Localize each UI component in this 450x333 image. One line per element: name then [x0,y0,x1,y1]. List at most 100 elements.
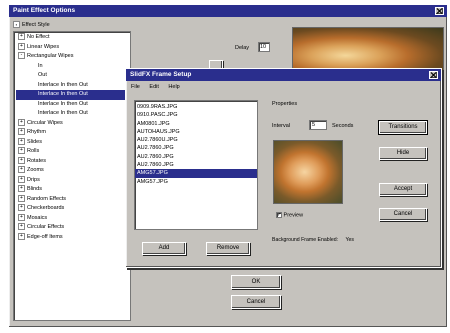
tree-item[interactable]: - Rectangular Wipes [16,52,130,62]
preview-checkbox[interactable]: ✓ Preview [276,212,303,218]
main-window-title: Paint Effect Options [13,7,76,14]
expand-icon[interactable]: + [18,213,25,221]
remove-button[interactable]: Remove [206,242,250,255]
expand-icon[interactable]: + [18,118,25,126]
tree-item-label: Rotates [27,157,46,164]
tree-item-label: Random Effects [27,195,67,202]
dialog-titlebar: SlidFX Frame Setup [126,69,441,81]
tree-item[interactable]: + Random Effects [16,194,130,205]
expand-icon[interactable]: + [18,156,25,164]
dialog-cancel-button[interactable]: Cancel [379,208,427,221]
tree-item-label: Slides [27,138,42,145]
tree-header-label: Effect Style [22,21,50,28]
tree-item[interactable]: + Mosaics [16,213,130,224]
delay-input[interactable]: 10 [258,42,270,52]
accept-button[interactable]: Accept [379,183,427,196]
expand-icon[interactable]: + [18,42,25,50]
tree-item-label: Circular Effects [27,224,65,230]
tree-item[interactable]: + Slides [16,137,130,148]
tree-item-label: Mosaics [27,214,48,221]
status-label: Background Frame Enabled: [272,237,339,243]
tree-item-label: Interlace In then Out [38,81,88,88]
list-item[interactable]: AU2.7860.JPG [135,144,257,152]
tree-item[interactable]: Interlace In then Out [16,90,130,100]
list-item[interactable]: AU2.7860.JPG [135,161,257,169]
tree-item-label: Edge-off Items [27,233,63,240]
expand-icon[interactable]: + [18,33,25,41]
dialog-close-icon[interactable] [429,71,438,79]
tree-item-label: Rolls [27,148,40,154]
effect-tree[interactable]: + No Effect + Linear Wipes - Rectangular Wipe… [13,31,131,321]
tree-item[interactable]: + Blinds [16,185,130,195]
status-value: Yes [345,237,354,243]
dialog-title: SlidFX Frame Setup [130,71,192,78]
check-icon: ✓ [276,212,282,218]
expand-icon[interactable]: + [18,194,25,202]
menu-bar: File Edit Help [131,84,180,90]
list-item[interactable]: 0909.9RAS.JPG [135,103,257,111]
menu-edit[interactable]: Edit [149,84,158,90]
tree-item[interactable]: + Linear Wipes [16,42,130,53]
tree-item[interactable]: + Rhythm [16,128,130,138]
cancel-button[interactable]: Cancel [231,295,281,309]
list-item[interactable]: AMG57.JPG [135,178,257,186]
expand-icon: ▪ [13,21,20,28]
expand-icon[interactable]: + [18,232,25,240]
frame-preview-image [273,140,343,204]
tree-item-label: Interlace In then Out [38,100,88,107]
tree-item[interactable]: Interlace In then Out [16,100,130,110]
tree-item[interactable]: + Drips [16,175,130,186]
properties-label: Properties [272,101,298,107]
collapse-icon[interactable]: - [18,52,25,60]
list-item[interactable]: 0910.PASC.JPG [135,111,257,119]
expand-icon[interactable]: + [18,166,25,174]
expand-icon[interactable]: + [18,204,25,212]
expand-icon[interactable]: + [18,223,25,231]
tree-item-label: Checkerboards [27,205,65,211]
hide-button[interactable]: Hide [379,147,427,160]
list-item[interactable]: AU2.7860.JPG [135,153,257,161]
tree-item-label: No Effect [27,34,50,40]
list-item[interactable]: AMG57.JPG [135,169,257,178]
expand-icon[interactable]: + [18,137,25,145]
delay-label: Delay [235,45,250,51]
tree-item[interactable]: Interlace In then Out [16,81,130,91]
tree-item[interactable]: Out [16,71,130,81]
close-icon[interactable] [435,7,444,15]
expand-icon[interactable]: + [18,128,25,136]
tree-item-label: Blinds [27,186,42,192]
tree-item-label: Interlace In then Out [38,91,88,97]
tree-item-label: Drips [27,176,40,183]
menu-file[interactable]: File [131,84,140,90]
tree-item-label: Rectangular Wipes [27,53,74,59]
list-item[interactable]: AUTOHAUS.JPG [135,128,257,136]
expand-icon[interactable]: + [18,175,25,183]
interval-input[interactable]: 5 [309,120,327,130]
transitions-button[interactable]: Transitions [379,121,427,134]
file-list[interactable]: 0909.9RAS.JPG 0910.PASC.JPG AM0801.JPG AUTO… [134,100,258,230]
tree-item[interactable]: + Zooms [16,166,130,176]
expand-icon[interactable]: + [18,185,25,193]
tree-item[interactable]: + No Effect [16,33,130,43]
expand-icon[interactable]: + [18,147,25,155]
tree-item[interactable]: + Edge-off Items [16,232,130,243]
preview-label: Preview [283,212,304,219]
seconds-label: Seconds [332,123,354,129]
tree-item[interactable]: In [16,62,130,72]
tree-item[interactable]: + Rotates [16,156,130,167]
list-item[interactable]: AM0801.JPG [135,120,257,128]
tree-item[interactable]: + Circular Effects [16,223,130,233]
ok-button[interactable]: OK [231,275,281,289]
tree-item-label: Interlace In then Out [38,110,88,116]
tree-item[interactable]: + Checkerboards [16,204,130,214]
tree-item[interactable]: + Rolls [16,147,130,157]
tree-item-label: Circular Wipes [27,119,63,126]
status-line: Background Frame Enabled: Yes [272,237,354,243]
list-item[interactable]: AU2.7860U.JPG [135,136,257,144]
frame-setup-dialog: SlidFX Frame Setup File Edit Help 0909.9… [125,68,442,268]
tree-item[interactable]: Interlace In then Out [16,109,130,119]
menu-help[interactable]: Help [168,84,179,90]
main-window-titlebar: Paint Effect Options [9,5,447,17]
tree-item[interactable]: + Circular Wipes [16,118,130,129]
add-button[interactable]: Add [142,242,186,255]
